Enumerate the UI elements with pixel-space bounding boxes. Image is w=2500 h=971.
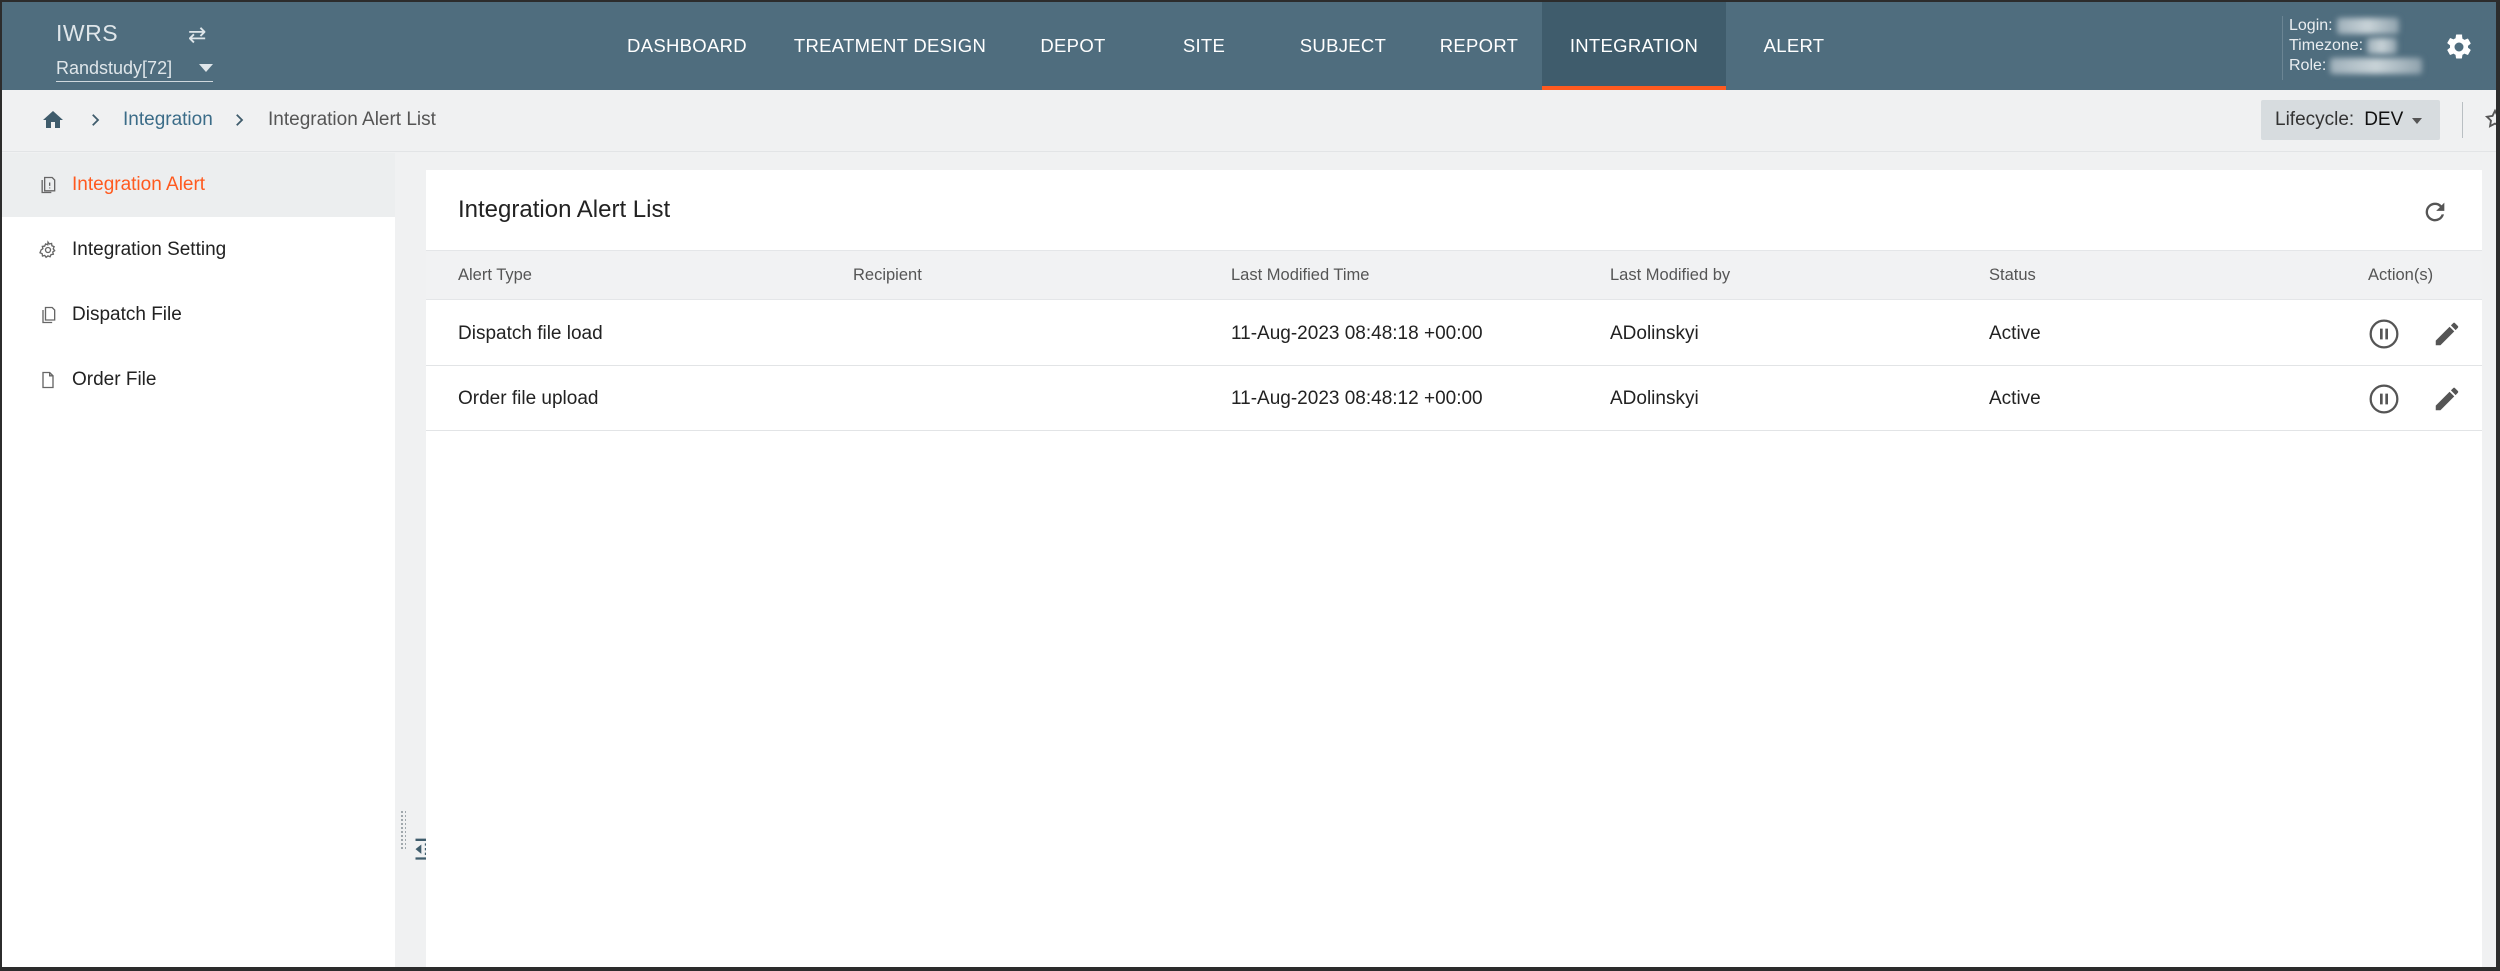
edit-icon[interactable]	[2432, 319, 2462, 349]
breadcrumb-integration[interactable]: Integration	[123, 109, 213, 131]
cell-last-modified-time: 11-Aug-2023 08:48:12 +00:00	[1231, 388, 1483, 409]
cell-last-modified-time: 11-Aug-2023 08:48:18 +00:00	[1231, 323, 1483, 344]
column-header-recipient: Recipient	[853, 266, 922, 284]
user-timezone: Timezone:	[2289, 36, 2432, 56]
sidebar-item-label: Integration Alert	[72, 174, 206, 195]
nav-treatment-design[interactable]: TREATMENT DESIGN	[772, 2, 1008, 90]
home-icon[interactable]	[40, 108, 66, 132]
cell-last-modified-by: ADolinskyi	[1610, 388, 1699, 409]
nav-subject[interactable]: SUBJECT	[1270, 2, 1416, 90]
cell-status: Active	[1989, 323, 2041, 344]
nav-integration[interactable]: INTEGRATION	[1542, 2, 1726, 90]
main-nav: DASHBOARD TREATMENT DESIGN DEPOT SITE SU…	[602, 2, 1862, 90]
table-row: Order file upload 11-Aug-2023 08:48:12 +…	[426, 366, 2482, 431]
cell-last-modified-by: ADolinskyi	[1610, 323, 1699, 344]
chevron-down-icon	[2412, 118, 2422, 124]
chevron-right-icon	[92, 114, 100, 126]
sidebar-item-order-file[interactable]: Order File	[2, 348, 395, 412]
sidebar: Integration Alert Integration Setting Di…	[2, 153, 395, 967]
file-icon	[42, 371, 54, 389]
app-window: IWRS ⇄ Randstudy[72] DASHBOARD TREATMENT…	[0, 0, 2500, 971]
sidebar-item-label: Integration Setting	[72, 239, 227, 260]
cell-status: Active	[1989, 388, 2041, 409]
column-header-status: Status	[1989, 266, 2036, 284]
alert-file-icon	[41, 176, 56, 194]
user-info: Login: Timezone: Role:	[2282, 16, 2432, 80]
gear-icon[interactable]	[2444, 32, 2474, 62]
user-role: Role:	[2289, 56, 2432, 76]
top-bar: IWRS ⇄ Randstudy[72] DASHBOARD TREATMENT…	[2, 2, 2496, 90]
nav-depot[interactable]: DEPOT	[1008, 2, 1138, 90]
nav-dashboard[interactable]: DASHBOARD	[602, 2, 772, 90]
column-header-last-modified-time: Last Modified Time	[1231, 266, 1370, 284]
refresh-icon[interactable]	[2421, 198, 2449, 226]
study-name: Randstudy[72]	[56, 58, 173, 78]
pause-icon[interactable]	[2368, 383, 2400, 415]
nav-site[interactable]: SITE	[1138, 2, 1270, 90]
edit-icon[interactable]	[2432, 384, 2462, 414]
sidebar-item-integration-setting[interactable]: Integration Setting	[2, 218, 395, 282]
star-icon[interactable]	[2484, 108, 2500, 130]
breadcrumb-bar: Integration Integration Alert List Lifec…	[2, 90, 2500, 152]
breadcrumb-current: Integration Alert List	[268, 109, 436, 130]
redacted-value	[2330, 58, 2423, 74]
column-header-alert-type: Alert Type	[458, 266, 532, 284]
gear-icon	[39, 240, 56, 259]
sidebar-resize-handle[interactable]	[400, 810, 406, 850]
main-card: Integration Alert List Alert Type Recipi…	[426, 170, 2482, 967]
chevron-right-icon	[236, 114, 244, 126]
chevron-down-icon	[199, 64, 213, 72]
user-login: Login:	[2289, 16, 2432, 36]
table-row: Dispatch file load 11-Aug-2023 08:48:18 …	[426, 301, 2482, 366]
nav-alert[interactable]: ALERT	[1726, 2, 1862, 90]
cell-alert-type: Order file upload	[458, 388, 599, 409]
app-title: IWRS	[56, 20, 119, 46]
sidebar-item-dispatch-file[interactable]: Dispatch File	[2, 283, 395, 347]
lifecycle-value: DEV	[2364, 109, 2404, 130]
column-header-last-modified-by: Last Modified by	[1610, 266, 1731, 284]
app-block: IWRS ⇄ Randstudy[72]	[56, 20, 213, 82]
cell-alert-type: Dispatch file load	[458, 323, 603, 344]
nav-report[interactable]: REPORT	[1416, 2, 1542, 90]
pause-icon[interactable]	[2368, 318, 2400, 350]
table-header: Alert Type Recipient Last Modified Time …	[426, 250, 2482, 300]
column-header-actions: Action(s)	[2368, 266, 2434, 284]
lifecycle-label: Lifecycle:	[2275, 109, 2355, 130]
study-select[interactable]: Randstudy[72]	[56, 58, 213, 82]
page-title: Integration Alert List	[458, 196, 671, 223]
sidebar-item-label: Order File	[72, 369, 157, 390]
redacted-value	[2336, 18, 2399, 34]
redacted-value	[2367, 38, 2398, 54]
lifecycle-select[interactable]: Lifecycle: DEV	[2261, 100, 2440, 140]
divider	[2462, 102, 2463, 138]
swap-study-icon[interactable]: ⇄	[188, 22, 206, 48]
sidebar-item-integration-alert[interactable]: Integration Alert	[2, 153, 395, 217]
sidebar-item-label: Dispatch File	[72, 304, 182, 325]
copy-file-icon	[42, 306, 56, 324]
